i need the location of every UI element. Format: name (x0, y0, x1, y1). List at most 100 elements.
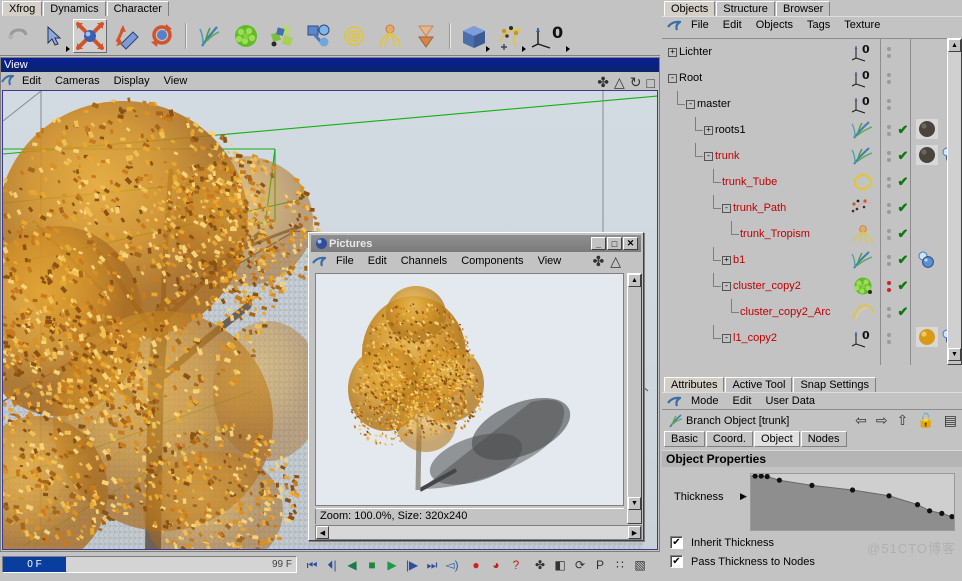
visibility-dots[interactable] (884, 143, 894, 169)
object-tree-row[interactable]: - trunk ✔ (662, 143, 947, 169)
branch-icon[interactable] (848, 117, 878, 143)
xfrog-cluster-icon[interactable] (229, 19, 263, 53)
scroll-up-button[interactable]: ▲ (628, 274, 641, 287)
object-tags[interactable] (916, 117, 938, 143)
collapse-icon[interactable]: - (722, 281, 731, 291)
material-dark-icon[interactable] (916, 118, 938, 142)
object-tags[interactable] (916, 143, 947, 169)
visibility-dots[interactable] (884, 65, 894, 91)
tab-dynamics[interactable]: Dynamics (43, 1, 106, 16)
object-row-name-group[interactable]: - cluster_copy2 (722, 280, 801, 292)
enabled-check-icon[interactable]: ✔ (896, 169, 910, 195)
pictures-render-canvas[interactable] (315, 273, 624, 506)
attributes-menu-edit[interactable]: Edit (726, 393, 759, 409)
pictures-menu-file[interactable]: File (329, 253, 361, 269)
xfrog-spiral-icon[interactable] (337, 19, 371, 53)
help-key-button[interactable]: ? (506, 555, 526, 575)
object-tree-row[interactable]: + b1 ✔ (662, 247, 947, 273)
uv-tag-icon[interactable] (940, 145, 947, 168)
object-tree-row[interactable]: + roots1 ✔ (662, 117, 947, 143)
stop-button[interactable]: ■ (362, 555, 382, 575)
tropism-icon[interactable] (848, 221, 878, 247)
key-parameter-button[interactable]: P (590, 555, 610, 575)
property-tab-basic[interactable]: Basic (664, 431, 705, 447)
tab-snap-settings[interactable]: Snap Settings (793, 377, 876, 392)
object-row-name-group[interactable]: trunk_Tube (722, 176, 777, 188)
object-row-name-group[interactable]: + roots1 (704, 124, 746, 136)
object-manager-menu-objects[interactable]: Objects (749, 17, 800, 33)
object-tree-row[interactable]: cluster_copy2_Arc ✔ (662, 299, 947, 325)
object-manager-menu-file[interactable]: File (684, 17, 716, 33)
object-row-name-group[interactable]: + Lichter (668, 46, 712, 58)
checkbox-inherit-thickness[interactable]: ✔ (670, 536, 683, 549)
property-tab-object[interactable]: Object (753, 431, 800, 447)
play-forward-button[interactable]: ▶ (382, 555, 402, 575)
object-tree-row[interactable]: + Lichter 0 (662, 39, 947, 65)
object-manager-menu-tags[interactable]: Tags (800, 17, 837, 33)
visibility-dots[interactable] (884, 221, 894, 247)
tree-scroll-up-button[interactable]: ▲ (948, 39, 961, 52)
expand-icon[interactable]: + (722, 255, 731, 265)
thickness-curve-widget[interactable] (750, 473, 955, 531)
scale-tool-icon[interactable] (109, 19, 143, 53)
visibility-dots[interactable] (884, 299, 894, 325)
enabled-check-icon[interactable]: ✔ (896, 247, 910, 273)
move-view-icon[interactable]: ✤ (597, 74, 609, 91)
material-gold-icon[interactable] (916, 326, 938, 350)
rotate-view-icon[interactable]: ↻ (630, 74, 642, 91)
property-tab-nodes[interactable]: Nodes (800, 431, 847, 447)
object-manager-menu-texture[interactable]: Texture (837, 17, 887, 33)
sound-button[interactable]: ◅) (442, 555, 462, 575)
object-tree-row[interactable]: trunk_Tropism ✔ (662, 221, 947, 247)
key-position-button[interactable]: ✤ (530, 555, 550, 575)
axis-zero-icon[interactable]: 0 (848, 91, 878, 117)
xfrog-link-icon[interactable] (301, 19, 335, 53)
xfrog-branch-icon[interactable] (193, 19, 227, 53)
layout-icon[interactable]: ▤ (944, 412, 957, 429)
maximize-view-icon[interactable]: □ (647, 75, 655, 91)
thickness-point[interactable] (776, 477, 782, 483)
visibility-dots[interactable] (884, 325, 894, 351)
object-row-name-group[interactable]: - l1_copy2 (722, 332, 777, 344)
tab-browser[interactable]: Browser (775, 1, 831, 16)
attributes-menu-user-data[interactable]: User Data (759, 393, 823, 409)
tree-scroll-down-button[interactable]: ▼ (948, 348, 961, 361)
step-back-button[interactable]: ⏴| (322, 555, 342, 575)
visibility-dots[interactable] (884, 273, 894, 299)
object-row-name-group[interactable]: - trunk_Path (722, 202, 786, 214)
branch-icon[interactable] (848, 143, 878, 169)
uv-tag-icon[interactable] (940, 327, 947, 350)
visibility-dots[interactable] (884, 117, 894, 143)
viewport-menu-view[interactable]: View (157, 73, 195, 89)
branch-icon[interactable] (848, 247, 878, 273)
checkbox-row[interactable]: ✔ Pass Thickness to Nodes (662, 552, 962, 571)
rotate-tool-icon[interactable] (145, 19, 179, 53)
axis-zero-icon[interactable]: 0 (848, 39, 878, 65)
scale-view-icon[interactable]: △ (614, 74, 625, 91)
forward-arrow-icon[interactable]: ⇨ (876, 412, 888, 429)
xfrog-horn-icon[interactable] (409, 19, 443, 53)
visibility-dots[interactable] (884, 39, 894, 65)
enabled-check-icon[interactable]: ✔ (896, 117, 910, 143)
viewport-menu-cameras[interactable]: Cameras (48, 73, 107, 89)
move-tool-icon[interactable] (73, 18, 107, 53)
object-tags[interactable] (916, 325, 947, 351)
scroll-left-button[interactable]: ◀ (316, 526, 329, 539)
frame-slider[interactable]: 0 F 99 F (2, 556, 297, 573)
collapse-icon[interactable]: - (686, 99, 695, 109)
key-scale-button[interactable]: ◧ (550, 555, 570, 575)
visibility-dots[interactable] (884, 91, 894, 117)
select-arrow-icon[interactable] (37, 19, 71, 53)
thickness-point[interactable] (886, 493, 892, 499)
object-tree-row[interactable]: trunk_Tube ✔ (662, 169, 947, 195)
thickness-point[interactable] (809, 482, 815, 488)
object-tags[interactable] (916, 247, 936, 273)
thickness-expand-arrow-icon[interactable]: ▶ (740, 491, 747, 502)
record-button[interactable]: ● (466, 555, 486, 575)
object-row-name-group[interactable]: - Root (668, 72, 702, 84)
key-all-button[interactable]: ▧ (630, 555, 650, 575)
undo-icon[interactable] (1, 19, 35, 53)
tab-structure[interactable]: Structure (716, 1, 775, 16)
xfrog-leaf-icon[interactable] (265, 19, 299, 53)
tab-xfrog[interactable]: Xfrog (2, 1, 43, 16)
